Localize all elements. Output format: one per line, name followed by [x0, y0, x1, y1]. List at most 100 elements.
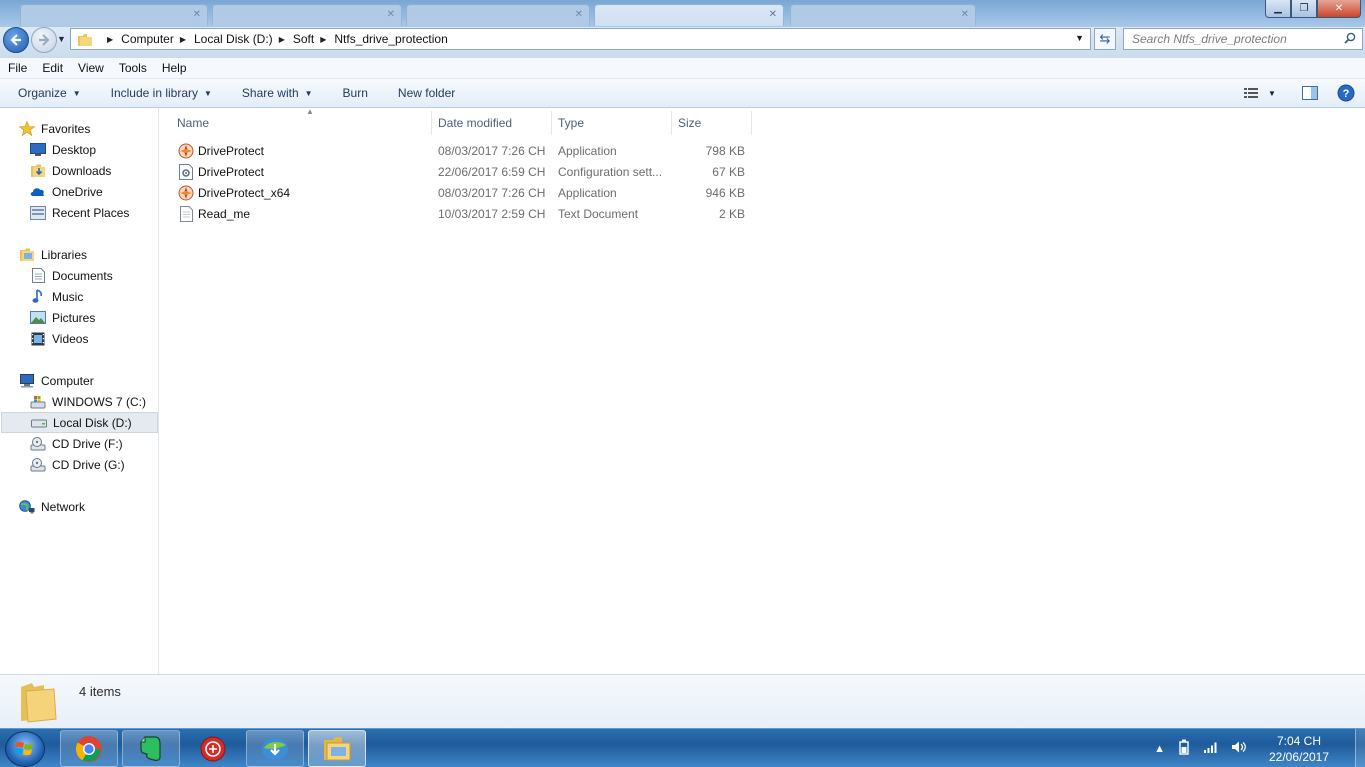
nav-item-downloads[interactable]: Downloads	[0, 160, 159, 181]
start-button[interactable]	[5, 731, 45, 767]
nav-item-desktop[interactable]: Desktop	[0, 139, 159, 160]
menu-file[interactable]: File	[0, 61, 34, 75]
computer-group: Computer WINDOWS 7 (C:) Local Disk (D:) …	[0, 370, 159, 475]
show-hidden-icons-icon[interactable]: ▲	[1154, 743, 1165, 755]
volume-icon[interactable]	[1231, 740, 1247, 757]
nav-item-music[interactable]: Music	[0, 286, 159, 307]
burn-button[interactable]: Burn	[343, 86, 368, 100]
nav-item-videos[interactable]: Videos	[0, 328, 159, 349]
file-list: ▲ Name Date modified Type Size DriveProt…	[160, 107, 1365, 674]
address-history-dropdown[interactable]: ▼	[1075, 33, 1084, 43]
organize-button[interactable]: Organize ▼	[18, 86, 81, 100]
file-row[interactable]: DriveProtect_x64 08/03/2017 7:26 CH Appl…	[160, 182, 752, 203]
column-header-date-modified[interactable]: Date modified	[432, 111, 552, 135]
address-bar[interactable]: ▶ Computer ▶ Local Disk (D:) ▶ Soft ▶ Nt…	[70, 28, 1091, 50]
file-date: 10/03/2017 2:59 CH	[438, 206, 546, 221]
nav-item-local-disk-d[interactable]: Local Disk (D:)	[1, 412, 158, 433]
nav-favorites[interactable]: Favorites	[0, 118, 159, 139]
nav-item-label: Recent Places	[52, 205, 130, 220]
file-size: 946 KB	[705, 185, 745, 200]
breadcrumb-separator-icon[interactable]: ▶	[180, 35, 186, 44]
application-icon	[178, 143, 194, 159]
search-icon[interactable]	[1344, 32, 1356, 44]
refresh-button[interactable]: ⇆	[1094, 28, 1116, 50]
forward-button[interactable]	[31, 27, 57, 53]
signal-strength-icon[interactable]	[1203, 741, 1219, 756]
file-row[interactable]: DriveProtect 22/06/2017 6:59 CH Configur…	[160, 161, 752, 182]
file-row[interactable]: Read_me 10/03/2017 2:59 CH Text Document…	[160, 203, 752, 224]
view-list-icon	[1244, 88, 1258, 98]
nav-item-pictures[interactable]: Pictures	[0, 307, 159, 328]
menu-view[interactable]: View	[70, 61, 111, 75]
chrome-icon	[75, 735, 102, 762]
nav-libraries-label: Libraries	[41, 247, 88, 262]
recent-pages-dropdown[interactable]: ▼	[57, 34, 66, 44]
config-file-icon	[178, 163, 194, 180]
column-header-type[interactable]: Type	[552, 111, 672, 135]
close-button[interactable]: ✕	[1317, 0, 1361, 18]
hard-drive-icon	[31, 416, 47, 430]
title-bar: ✕ ✕ ✕ ✕ ✕ ▁ ❐ ✕	[0, 0, 1365, 27]
column-header-size[interactable]: Size	[672, 111, 752, 135]
back-arrow-icon	[10, 34, 21, 46]
nav-item-cd-drive-g[interactable]: CD Drive (G:)	[0, 454, 159, 475]
nav-item-recent-places[interactable]: Recent Places	[0, 202, 159, 223]
computer-icon	[19, 373, 35, 388]
menu-tools[interactable]: Tools	[111, 61, 154, 75]
breadcrumb-separator-icon[interactable]: ▶	[320, 35, 326, 44]
breadcrumb-computer[interactable]: Computer	[121, 32, 174, 46]
background-browser-tab: ✕	[790, 4, 976, 26]
view-options-dropdown[interactable]: ▼	[1263, 84, 1281, 102]
nav-item-cd-drive-f[interactable]: CD Drive (F:)	[0, 433, 159, 454]
nav-item-label: Local Disk (D:)	[53, 415, 132, 430]
nav-network[interactable]: Network	[0, 496, 159, 517]
file-name-cell: DriveProtect	[160, 140, 432, 161]
refresh-icon: ⇆	[1099, 31, 1111, 46]
taskbar-evernote-button[interactable]	[122, 730, 180, 767]
preview-pane-button[interactable]	[1301, 84, 1319, 102]
taskbar-app-button[interactable]	[184, 730, 242, 767]
breadcrumb-soft[interactable]: Soft	[293, 32, 314, 46]
menu-edit[interactable]: Edit	[34, 61, 70, 75]
file-size: 798 KB	[705, 143, 745, 158]
file-row[interactable]: DriveProtect 08/03/2017 7:26 CH Applicat…	[160, 140, 752, 161]
column-header-name[interactable]: ▲ Name	[171, 107, 432, 135]
background-browser-tab: ✕	[212, 4, 402, 26]
search-box[interactable]	[1123, 28, 1363, 50]
share-with-button[interactable]: Share with ▼	[242, 86, 313, 100]
show-desktop-button[interactable]	[1355, 729, 1365, 767]
breadcrumb-separator-icon[interactable]: ▶	[107, 35, 113, 44]
minimize-button[interactable]: ▁	[1265, 0, 1291, 18]
nav-libraries[interactable]: Libraries	[0, 244, 159, 265]
taskbar-download-manager-button[interactable]	[246, 730, 304, 767]
nav-item-documents[interactable]: Documents	[0, 265, 159, 286]
tab-close-icon: ✕	[768, 9, 777, 20]
power-icon[interactable]	[1177, 739, 1191, 758]
file-type: Configuration sett...	[558, 164, 663, 179]
search-input[interactable]	[1132, 32, 1337, 46]
nav-item-label: OneDrive	[52, 184, 103, 199]
menu-help[interactable]: Help	[154, 61, 194, 75]
taskbar-chrome-button[interactable]	[60, 730, 118, 767]
help-button[interactable]: ?	[1337, 84, 1355, 102]
clock[interactable]: 7:04 CH 22/06/2017	[1259, 733, 1339, 765]
breadcrumb-separator-icon[interactable]: ▶	[279, 35, 285, 44]
breadcrumb-local-disk[interactable]: Local Disk (D:)	[194, 32, 273, 46]
taskbar: ▲ 7:04 CH 22/06/2017	[0, 728, 1365, 767]
pictures-icon	[30, 311, 46, 325]
music-note-icon	[30, 289, 46, 304]
maximize-button[interactable]: ❐	[1291, 0, 1317, 18]
breadcrumb-current-folder[interactable]: Ntfs_drive_protection	[334, 32, 447, 46]
nav-item-windows7-c[interactable]: WINDOWS 7 (C:)	[0, 391, 159, 412]
nav-item-onedrive[interactable]: OneDrive	[0, 181, 159, 202]
libraries-group: Libraries Documents Music Pictures Video…	[0, 244, 159, 349]
change-view-button[interactable]	[1243, 84, 1261, 102]
new-folder-button[interactable]: New folder	[398, 86, 455, 100]
forward-arrow-icon	[39, 34, 50, 46]
nav-computer[interactable]: Computer	[0, 370, 159, 391]
back-button[interactable]	[3, 27, 29, 53]
nav-favorites-label: Favorites	[41, 121, 91, 136]
onedrive-cloud-icon	[30, 185, 46, 199]
taskbar-explorer-button[interactable]	[308, 730, 366, 767]
include-in-library-button[interactable]: Include in library ▼	[111, 86, 212, 100]
